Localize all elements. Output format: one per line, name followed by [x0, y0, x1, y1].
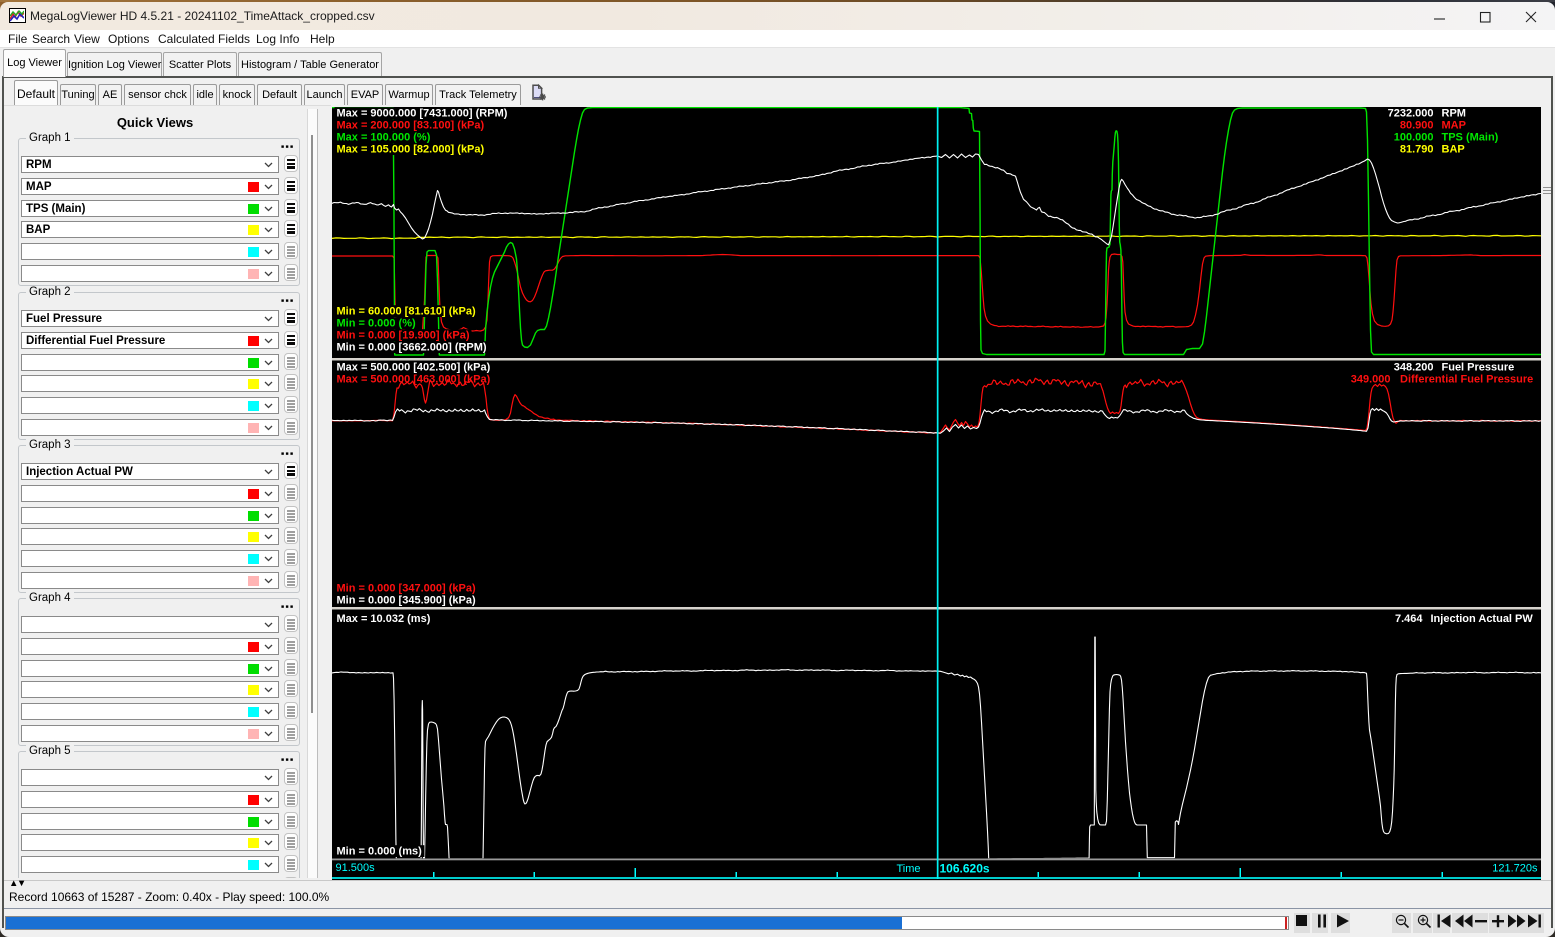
svg-text:Max = 500.000 [402.500] (kPa): Max = 500.000 [402.500] (kPa) [336, 362, 490, 374]
svg-text:TPS (Main): TPS (Main) [1441, 132, 1498, 144]
svg-text:Fuel Pressure: Fuel Pressure [1441, 362, 1514, 374]
svg-text:81.790: 81.790 [1399, 144, 1433, 156]
svg-text:Max = 200.000 [83.100] (kPa): Max = 200.000 [83.100] (kPa) [336, 120, 484, 132]
svg-text:Min = 0.000 (ms): Min = 0.000 (ms) [336, 846, 422, 858]
svg-text:Min = 0.000 [3662.000] (RPM): Min = 0.000 [3662.000] (RPM) [336, 342, 486, 354]
svg-text:Min = 0.000 (%): Min = 0.000 (%) [336, 318, 416, 330]
svg-text:106.620s: 106.620s [939, 862, 989, 876]
svg-text:Min = 60.000 [81.610] (kPa): Min = 60.000 [81.610] (kPa) [336, 306, 475, 318]
svg-text:91.500s: 91.500s [335, 862, 375, 874]
svg-text:Max = 100.000 (%): Max = 100.000 (%) [336, 132, 430, 144]
svg-text:RPM: RPM [1441, 108, 1465, 120]
svg-text:Time: Time [896, 863, 920, 875]
svg-text:7232.000: 7232.000 [1387, 108, 1433, 120]
svg-text:80.900: 80.900 [1399, 120, 1433, 132]
svg-text:Min = 0.000 [347.000] (kPa): Min = 0.000 [347.000] (kPa) [336, 583, 475, 595]
svg-text:121.720s: 121.720s [1492, 863, 1538, 875]
svg-text:Min = 0.000 [19.900] (kPa): Min = 0.000 [19.900] (kPa) [336, 330, 469, 342]
svg-text:Max = 105.000 [82.000] (kPa): Max = 105.000 [82.000] (kPa) [336, 144, 484, 156]
svg-text:348.200: 348.200 [1393, 362, 1433, 374]
svg-text:100.000: 100.000 [1393, 132, 1433, 144]
svg-text:Injection Actual PW: Injection Actual PW [1430, 613, 1533, 625]
svg-text:Differential Fuel Pressure: Differential Fuel Pressure [1400, 374, 1533, 386]
svg-text:Min = 0.000 [345.900] (kPa): Min = 0.000 [345.900] (kPa) [336, 595, 475, 607]
svg-text:BAP: BAP [1441, 144, 1464, 156]
svg-text:MAP: MAP [1441, 120, 1465, 132]
svg-text:Max = 10.032 (ms): Max = 10.032 (ms) [336, 613, 430, 625]
svg-text:Max = 500.000 [463.000] (kPa): Max = 500.000 [463.000] (kPa) [336, 374, 490, 386]
svg-text:7.464: 7.464 [1394, 613, 1422, 625]
svg-text:349.000: 349.000 [1350, 374, 1390, 386]
svg-text:Max = 9000.000 [7431.000] (RPM: Max = 9000.000 [7431.000] (RPM) [336, 108, 507, 120]
